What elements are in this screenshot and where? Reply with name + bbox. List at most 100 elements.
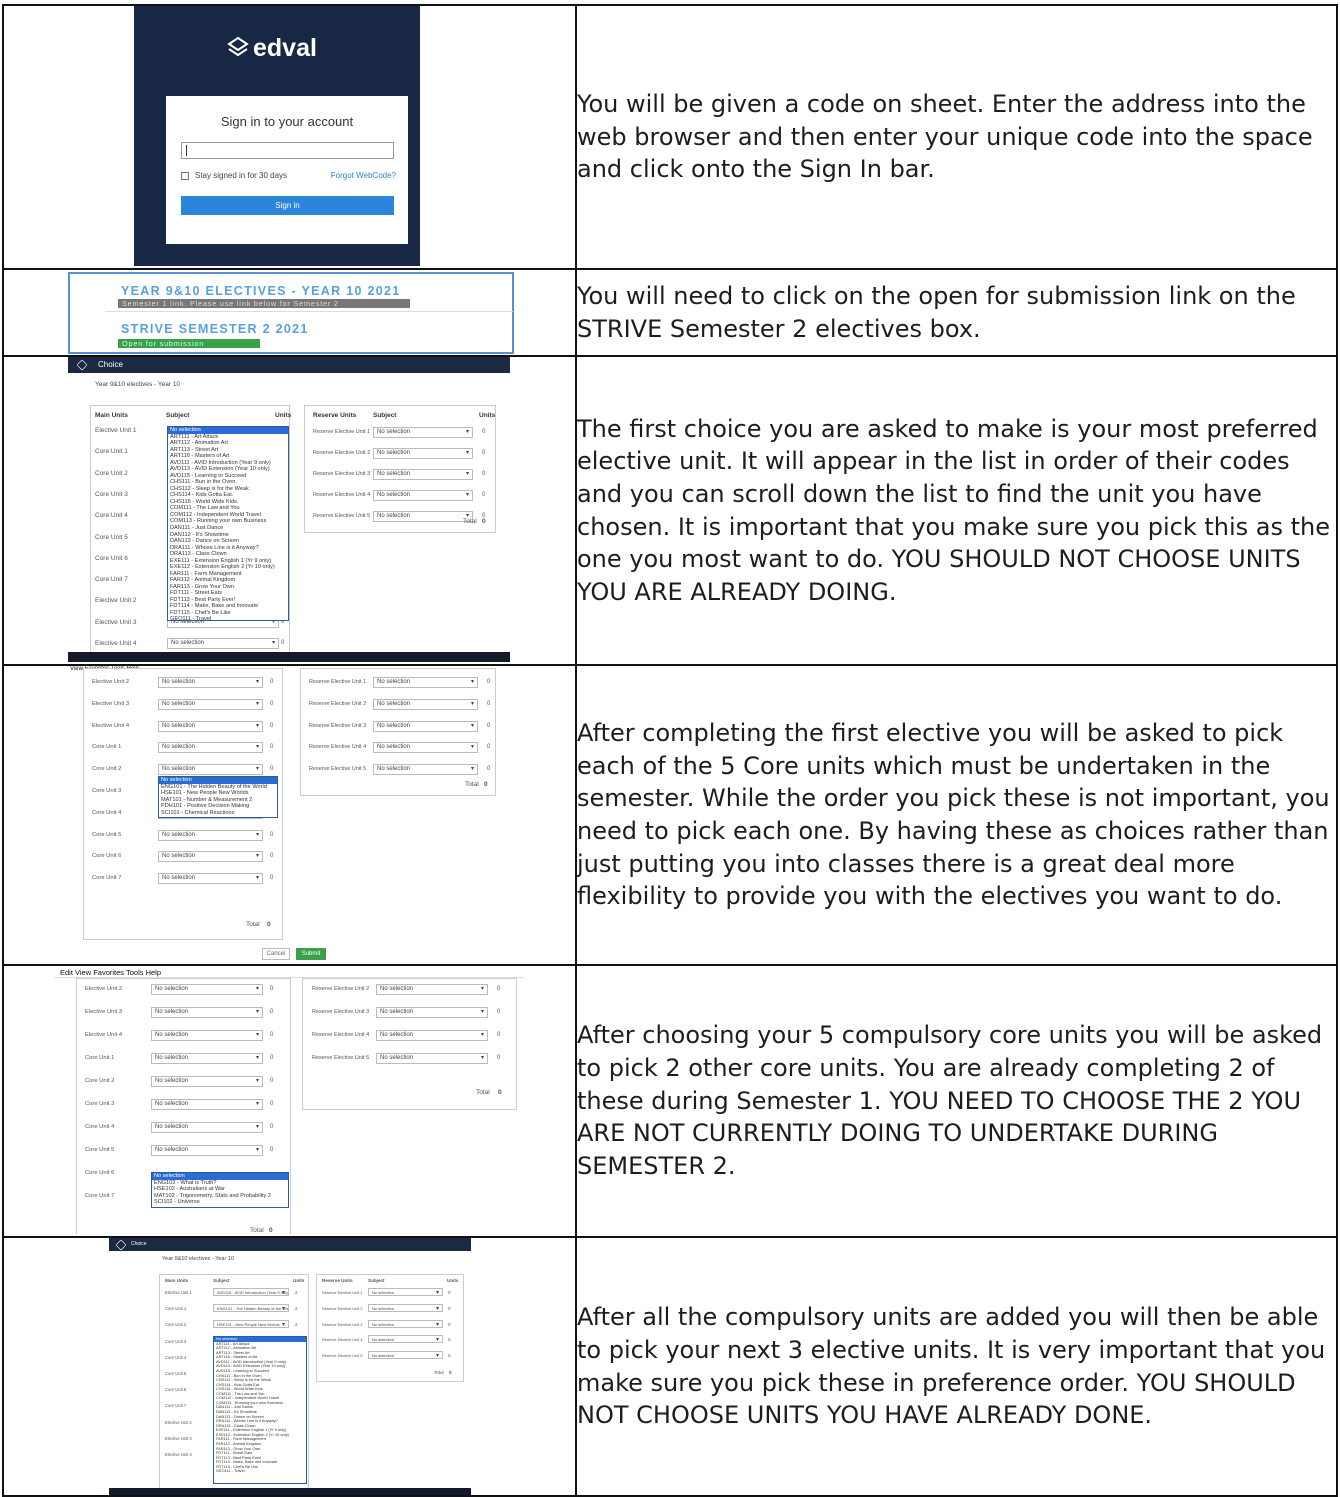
subject-select[interactable]: No selection▾ xyxy=(158,677,263,688)
subject-select[interactable]: No selection▾ xyxy=(373,469,473,480)
dropdown-option[interactable]: GEO111 - Travel xyxy=(214,1469,306,1474)
select-value: No selection xyxy=(377,450,411,456)
units-value: 0 xyxy=(270,875,274,882)
select-value: No selection xyxy=(372,1305,395,1311)
subject-select[interactable]: No selection▾ xyxy=(158,851,263,863)
subject-select[interactable]: No selection▾ xyxy=(376,1053,488,1064)
choice-app-header: Choice xyxy=(68,358,510,373)
subject-select[interactable]: No selection▾ xyxy=(151,1030,263,1041)
subject-select[interactable]: No selection▾ xyxy=(151,984,263,995)
chevron-down-icon: ▾ xyxy=(465,450,469,456)
subject-select[interactable]: No selection▾ xyxy=(373,698,478,710)
units-value: 2 xyxy=(295,1290,298,1295)
subject-select[interactable]: No selection▾ xyxy=(373,490,473,501)
units-header: Units xyxy=(479,412,496,419)
main-unit-label: Core Unit 3 xyxy=(95,490,128,498)
subject-select[interactable]: No selection▾ xyxy=(368,1288,443,1296)
subject-select[interactable]: No selection▾ xyxy=(158,873,263,885)
reserve-unit-label: Reserve Elective Unit 5 xyxy=(313,513,371,519)
dropdown-option[interactable]: EXE112 - Extension English 2 (Yr 10 only… xyxy=(168,564,288,571)
open-for-submission-link[interactable]: Open for submission xyxy=(118,339,260,348)
select-value: No selection xyxy=(155,1147,189,1153)
subject-select[interactable]: No selection▾ xyxy=(151,1076,263,1087)
subject-select[interactable]: No selection▾ xyxy=(167,638,279,649)
subject-select[interactable]: No selection▾ xyxy=(373,427,473,438)
subject-select[interactable]: No selection▾ xyxy=(373,720,478,732)
instruction-row: Edit View Favorites Tools Help Elective … xyxy=(2,964,1338,1238)
subject-select[interactable]: No selection▾ xyxy=(151,1007,263,1018)
chevron-down-icon: ▾ xyxy=(255,1147,259,1153)
subject-select[interactable]: No selection▾ xyxy=(376,1030,488,1041)
subject-select[interactable]: No selection▾ xyxy=(368,1303,443,1312)
core-unit-dropdown-list[interactable]: No selection ENG102 - What is Truth? HSE10… xyxy=(151,1172,289,1208)
subject-select[interactable]: No selection▾ xyxy=(151,1122,263,1133)
dropdown-option[interactable]: SCI101 - Chemical Reactions xyxy=(159,810,277,817)
dropdown-option[interactable]: SCI102 - Universe xyxy=(152,1199,288,1206)
select-value: No selection xyxy=(155,1124,189,1130)
submit-button[interactable]: Submit xyxy=(296,948,326,960)
reserve-unit-label: Reserve Elective Unit 4 xyxy=(312,1032,370,1038)
subject-select[interactable]: No selection▾ xyxy=(158,698,263,710)
choice-logo-icon xyxy=(115,1239,127,1251)
subject-select[interactable]: No selection▾ xyxy=(376,1007,488,1018)
select-value: No selection xyxy=(162,875,196,882)
select-value: No selection xyxy=(162,679,196,685)
chevron-down-icon: ▾ xyxy=(255,986,259,992)
subject-select[interactable]: No selection▾ xyxy=(158,764,263,776)
reserve-unit-label: Reserve Elective Unit 5 xyxy=(312,1055,370,1061)
reserve-unit-label: Reserve Elective Unit 3 xyxy=(309,722,367,729)
units-value: 0 xyxy=(487,679,491,685)
chevron-down-icon: ▾ xyxy=(255,722,259,729)
core-unit-dropdown-list[interactable]: No selection ENG101 - The Hidden Beauty o… xyxy=(158,776,278,818)
strive-elective-title[interactable]: STRIVE SEMESTER 2 2021 xyxy=(121,322,309,336)
webcode-input[interactable] xyxy=(181,142,394,159)
select-value: No selection xyxy=(155,1009,189,1015)
forgot-webcode-link[interactable]: Forgot WebCode? xyxy=(331,171,396,180)
subject-select[interactable]: AVD115 - AVID Introduction (Year 9 only)… xyxy=(213,1288,289,1296)
dropdown-option[interactable]: GEO111 - Travel xyxy=(168,616,288,620)
cancel-button[interactable]: Cancel xyxy=(262,948,290,960)
reserve-unit-label: Reserve Elective Unit 4 xyxy=(313,492,371,498)
elective-dropdown-list[interactable]: No selection ART111 - Art Attack ART112 - … xyxy=(213,1336,307,1484)
subject-select[interactable]: No selection ▾ xyxy=(151,1145,263,1156)
select-value: No selection xyxy=(377,679,411,685)
main-unit-label: Elective Unit 2 xyxy=(95,597,137,605)
units-value: 0 xyxy=(270,853,274,860)
subject-select[interactable]: No selection ▾ xyxy=(373,448,473,459)
elective-dropdown-list[interactable]: No selection ART111 - Art Attack ART112 - … xyxy=(167,426,289,621)
year10-elective-title[interactable]: YEAR 9&10 ELECTIVES - YEAR 10 2021 xyxy=(121,284,400,298)
subject-select[interactable]: No selection▾ xyxy=(376,984,488,995)
subject-select[interactable]: No selection▾ xyxy=(373,742,478,754)
instruction-text: The first choice you are asked to make i… xyxy=(575,355,1338,666)
select-value: No selection xyxy=(377,744,411,751)
total-value: 0 xyxy=(482,518,486,525)
subject-select[interactable]: No selection▾ xyxy=(158,742,263,754)
chevron-down-icon: ▾ xyxy=(281,1290,285,1296)
signin-button[interactable]: Sign in xyxy=(181,196,394,215)
subject-select[interactable]: No selection▾ xyxy=(151,1053,263,1064)
subject-select[interactable]: No selection▾ xyxy=(368,1335,443,1344)
subject-select[interactable]: No selection▾ xyxy=(368,1351,443,1360)
units-value: 0 xyxy=(487,744,491,751)
instruction-text: After completing the first elective you … xyxy=(575,664,1338,966)
units-header: Units xyxy=(447,1278,459,1283)
reserve-unit-label: Reserve Elective Unit 1 xyxy=(322,1290,363,1295)
main-unit-label: Elective Unit 2 xyxy=(165,1419,192,1425)
subject-select[interactable]: No selection▾ xyxy=(373,511,473,522)
subject-select[interactable]: No selection▾ xyxy=(373,677,478,688)
subject-select[interactable]: HSE101 - New People New Worlds ▾ xyxy=(213,1320,289,1329)
subject-select[interactable]: No selection▾ xyxy=(158,720,263,732)
subject-select[interactable]: No selection▾ xyxy=(368,1319,443,1328)
total-value: 0 xyxy=(269,1227,273,1234)
brand-name: edval xyxy=(253,34,317,62)
subject-select[interactable]: No selection▾ xyxy=(373,764,478,776)
app-title: Choice xyxy=(131,1241,147,1247)
subject-select[interactable]: ENG101 - The Hidden Beauty of the World ▾ xyxy=(213,1304,289,1313)
subject-select[interactable]: No selection▾ xyxy=(158,829,263,841)
subject-select[interactable]: No selection▾ xyxy=(151,1099,263,1110)
chevron-down-icon: ▾ xyxy=(255,744,259,751)
chevron-down-icon: ▾ xyxy=(465,471,469,477)
stay-signed-in-checkbox[interactable] xyxy=(181,172,189,180)
main-units-header: Main Units xyxy=(95,412,128,419)
instructions-table: edval Sign in to your account Stay signe… xyxy=(2,4,1338,1497)
